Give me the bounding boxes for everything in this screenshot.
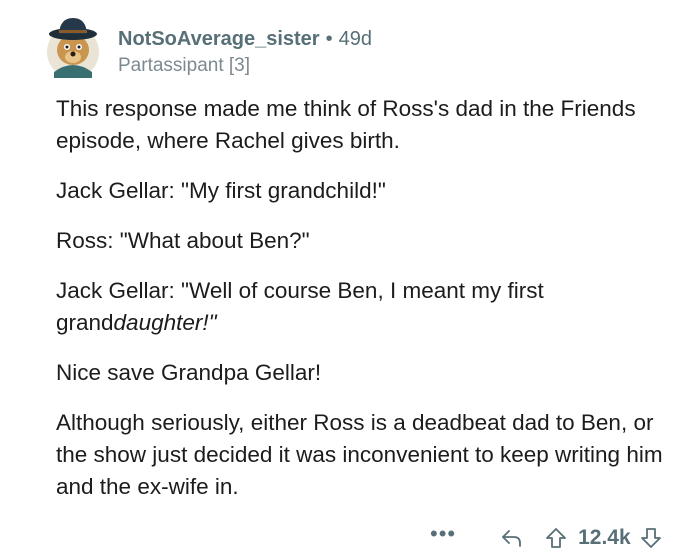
paragraph-6: Although seriously, either Ross is a dea…	[56, 410, 663, 499]
avatar[interactable]	[42, 12, 104, 80]
meta-separator: •	[325, 28, 333, 50]
reply-icon	[502, 530, 522, 547]
user-flair: Partassipant [3]	[118, 55, 251, 76]
downvote-button[interactable]	[639, 526, 663, 550]
comment: NotSoAverage_sister • 49d Partassipant [3]…	[0, 0, 700, 560]
upvote-icon	[546, 528, 567, 548]
more-options-button[interactable]: •••	[430, 523, 456, 552]
meta-line: NotSoAverage_sister • 49d	[118, 26, 372, 52]
paragraph-2: Jack Gellar: "My first grandchild!"	[56, 178, 386, 203]
paragraph-3: Ross: "What about Ben?"	[56, 228, 310, 253]
reply-button[interactable]	[500, 526, 524, 550]
username-link[interactable]: NotSoAverage_sister	[118, 28, 320, 50]
paragraph-4: Jack Gellar: "Well of course Ben, I mean…	[56, 275, 676, 339]
upvote-button[interactable]	[544, 526, 568, 550]
paragraph-5: Nice save Grandpa Gellar!	[56, 360, 322, 385]
paragraph-1: This response made me think of Ross's da…	[56, 96, 636, 153]
comment-header: NotSoAverage_sister • 49d Partassipant [3]	[118, 26, 372, 78]
paragraph-4-emphasis: daughter!"	[113, 310, 217, 335]
avatar-icon	[47, 18, 99, 78]
comment-actions: ••• 12.4k	[430, 520, 663, 556]
downvote-icon	[640, 528, 661, 548]
vote-score: 12.4k	[578, 526, 631, 549]
comment-age: 49d	[338, 28, 372, 50]
comment-body: This response made me think of Ross's da…	[56, 93, 676, 521]
